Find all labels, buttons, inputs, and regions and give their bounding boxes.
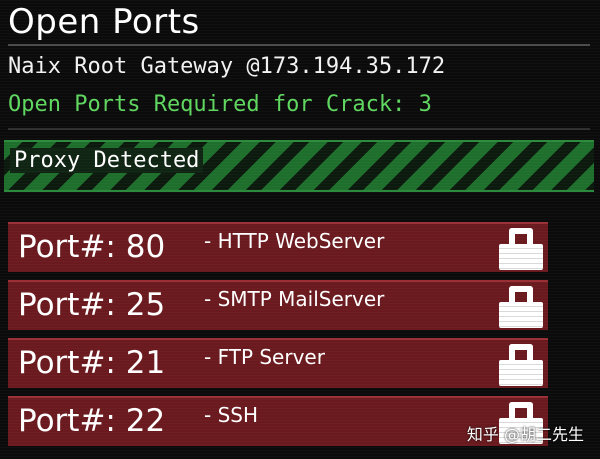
window-title: Open Ports xyxy=(8,2,200,42)
proxy-label: Proxy Detected xyxy=(10,148,204,173)
port-label: Port#: 25 xyxy=(18,287,166,323)
port-label: Port#: 22 xyxy=(18,403,166,439)
lock-icon xyxy=(499,286,543,328)
port-row-25[interactable]: Port#: 25 - SMTP MailServer xyxy=(8,280,548,330)
port-row-21[interactable]: Port#: 21 - FTP Server xyxy=(8,338,548,388)
port-row-80[interactable]: Port#: 80 - HTTP WebServer xyxy=(8,222,548,272)
gateway-address: Naix Root Gateway @173.194.35.172 xyxy=(8,54,446,79)
title-divider xyxy=(8,44,590,46)
ports-required-text: Open Ports Required for Crack: 3 xyxy=(8,92,432,117)
lock-icon xyxy=(499,344,543,386)
port-service: - HTTP WebServer xyxy=(204,229,385,253)
port-service: - SMTP MailServer xyxy=(204,287,385,311)
port-label: Port#: 80 xyxy=(18,229,166,265)
lock-icon xyxy=(499,228,543,270)
port-service: - FTP Server xyxy=(204,345,325,369)
watermark: 知乎 @胡二先生 xyxy=(466,425,584,444)
port-service: - SSH xyxy=(204,403,259,427)
port-label: Port#: 21 xyxy=(18,345,166,381)
proxy-status-bar: Proxy Detected xyxy=(4,140,594,192)
section-divider xyxy=(8,128,590,130)
